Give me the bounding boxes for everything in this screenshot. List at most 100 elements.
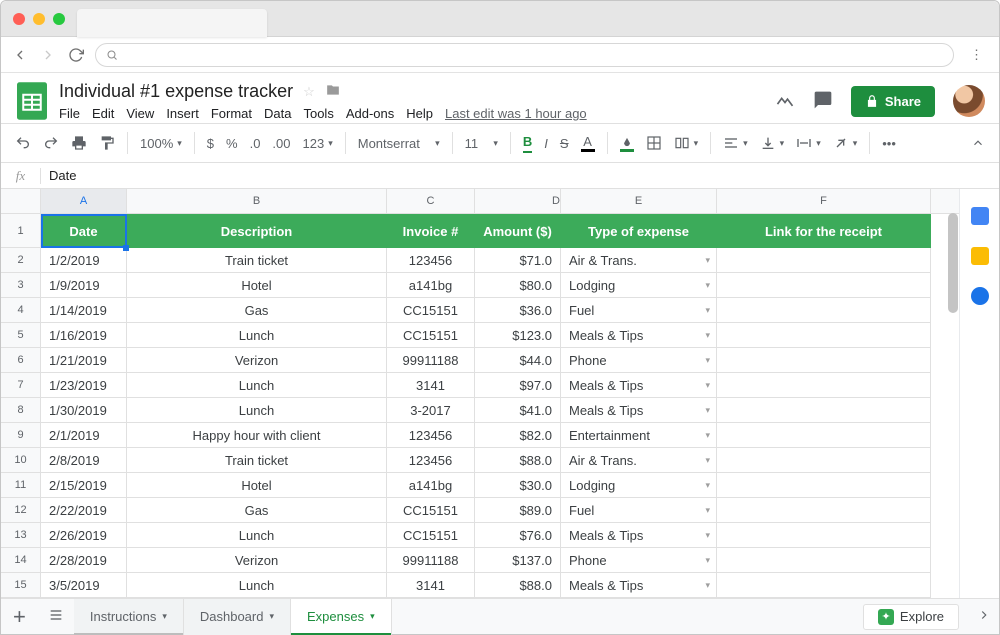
cell-link[interactable]: [717, 498, 931, 523]
header-date[interactable]: Date: [41, 214, 127, 248]
cell-amount[interactable]: $123.0: [475, 323, 561, 348]
cell-amount[interactable]: $44.0: [475, 348, 561, 373]
cell-amount[interactable]: $80.0: [475, 273, 561, 298]
cell-link[interactable]: [717, 373, 931, 398]
menu-data[interactable]: Data: [264, 106, 291, 121]
row-header[interactable]: 13: [1, 523, 41, 548]
menu-view[interactable]: View: [126, 106, 154, 121]
cell-invoice[interactable]: a141bg: [387, 273, 475, 298]
cell-link[interactable]: [717, 573, 931, 598]
cell-amount[interactable]: $30.0: [475, 473, 561, 498]
last-edit-link[interactable]: Last edit was 1 hour ago: [445, 106, 587, 121]
cell-type[interactable]: Phone▾: [561, 548, 717, 573]
row-header[interactable]: 6: [1, 348, 41, 373]
all-sheets-button[interactable]: [38, 607, 74, 626]
keep-sidepanel-icon[interactable]: [971, 247, 989, 265]
sheets-logo-icon[interactable]: [15, 79, 49, 123]
cell-type[interactable]: Lodging▾: [561, 273, 717, 298]
undo-button[interactable]: [15, 135, 31, 151]
cell-type[interactable]: Meals & Tips▾: [561, 373, 717, 398]
cell-invoice[interactable]: a141bg: [387, 473, 475, 498]
back-button[interactable]: [11, 46, 29, 64]
cell-invoice[interactable]: 3-2017: [387, 398, 475, 423]
cell-invoice[interactable]: 123456: [387, 423, 475, 448]
number-format-dropdown[interactable]: 123 ▾: [303, 136, 333, 151]
header-type[interactable]: Type of expense: [561, 214, 717, 248]
activity-icon[interactable]: [775, 90, 795, 113]
sheet-tab-expenses[interactable]: Expenses▾: [291, 599, 392, 635]
maximize-window-button[interactable]: [53, 13, 65, 25]
folder-icon[interactable]: [325, 83, 341, 100]
cell-description[interactable]: Lunch: [127, 523, 387, 548]
borders-button[interactable]: [646, 135, 662, 151]
cell-description[interactable]: Lunch: [127, 573, 387, 598]
cell-amount[interactable]: $88.0: [475, 448, 561, 473]
decrease-decimal-button[interactable]: .0: [250, 136, 261, 151]
cell-date[interactable]: 1/21/2019: [41, 348, 127, 373]
cell-date[interactable]: 1/30/2019: [41, 398, 127, 423]
row-header[interactable]: 12: [1, 498, 41, 523]
cell-description[interactable]: Happy hour with client: [127, 423, 387, 448]
account-avatar[interactable]: [953, 85, 985, 117]
cell-link[interactable]: [717, 523, 931, 548]
cell-type[interactable]: Lodging▾: [561, 473, 717, 498]
menu-addons[interactable]: Add-ons: [346, 106, 394, 121]
col-header-D[interactable]: D: [475, 189, 561, 213]
cell-amount[interactable]: $82.0: [475, 423, 561, 448]
text-color-button[interactable]: A: [581, 134, 595, 152]
cell-date[interactable]: 1/16/2019: [41, 323, 127, 348]
cell-amount[interactable]: $36.0: [475, 298, 561, 323]
cell-amount[interactable]: $71.0: [475, 248, 561, 273]
row-header[interactable]: 11: [1, 473, 41, 498]
row-header-1[interactable]: 1: [1, 214, 41, 248]
cell-invoice[interactable]: CC15151: [387, 498, 475, 523]
cell-date[interactable]: 2/22/2019: [41, 498, 127, 523]
share-button[interactable]: Share: [851, 86, 935, 117]
currency-button[interactable]: $: [207, 136, 214, 151]
sheet-tab-dashboard[interactable]: Dashboard▾: [184, 599, 291, 635]
cell-description[interactable]: Hotel: [127, 473, 387, 498]
cell-date[interactable]: 1/2/2019: [41, 248, 127, 273]
col-header-C[interactable]: C: [387, 189, 475, 213]
cell-type[interactable]: Meals & Tips▾: [561, 398, 717, 423]
menu-file[interactable]: File: [59, 106, 80, 121]
paintformat-button[interactable]: [99, 135, 115, 151]
cell-type[interactable]: Air & Trans.▾: [561, 248, 717, 273]
fontsize-dropdown[interactable]: 11 ▾: [465, 136, 498, 151]
explore-button[interactable]: ✦ Explore: [863, 604, 959, 630]
cell-link[interactable]: [717, 323, 931, 348]
zoom-dropdown[interactable]: 100% ▾: [140, 136, 182, 151]
collapse-toolbar-button[interactable]: [971, 136, 985, 150]
cell-amount[interactable]: $88.0: [475, 573, 561, 598]
italic-button[interactable]: I: [544, 136, 548, 151]
bold-button[interactable]: B: [523, 134, 532, 153]
halign-button[interactable]: ▾: [723, 135, 748, 151]
forward-button[interactable]: [39, 46, 57, 64]
cell-invoice[interactable]: 123456: [387, 248, 475, 273]
header-amount[interactable]: Amount ($): [475, 214, 561, 248]
valign-button[interactable]: ▾: [760, 135, 785, 151]
cell-description[interactable]: Lunch: [127, 373, 387, 398]
cell-link[interactable]: [717, 548, 931, 573]
cell-amount[interactable]: $137.0: [475, 548, 561, 573]
wrap-button[interactable]: ▾: [796, 135, 821, 151]
browser-menu-button[interactable]: ⋮: [964, 47, 989, 63]
cell-date[interactable]: 3/5/2019: [41, 573, 127, 598]
cell-type[interactable]: Meals & Tips▾: [561, 523, 717, 548]
col-header-E[interactable]: E: [561, 189, 717, 213]
more-button[interactable]: •••: [882, 136, 896, 151]
cell-description[interactable]: Gas: [127, 498, 387, 523]
row-header[interactable]: 10: [1, 448, 41, 473]
star-icon[interactable]: ☆: [303, 84, 315, 100]
cell-type[interactable]: Meals & Tips▾: [561, 323, 717, 348]
cell-type[interactable]: Meals & Tips▾: [561, 573, 717, 598]
cell-link[interactable]: [717, 423, 931, 448]
spreadsheet-grid[interactable]: A B C D E F 1 Date Description Invoice #…: [1, 189, 959, 598]
cell-link[interactable]: [717, 248, 931, 273]
row-header[interactable]: 14: [1, 548, 41, 573]
cell-invoice[interactable]: 99911188: [387, 348, 475, 373]
minimize-window-button[interactable]: [33, 13, 45, 25]
header-link[interactable]: Link for the receipt: [717, 214, 931, 248]
reload-button[interactable]: [67, 46, 85, 64]
increase-decimal-button[interactable]: .00: [272, 136, 290, 151]
